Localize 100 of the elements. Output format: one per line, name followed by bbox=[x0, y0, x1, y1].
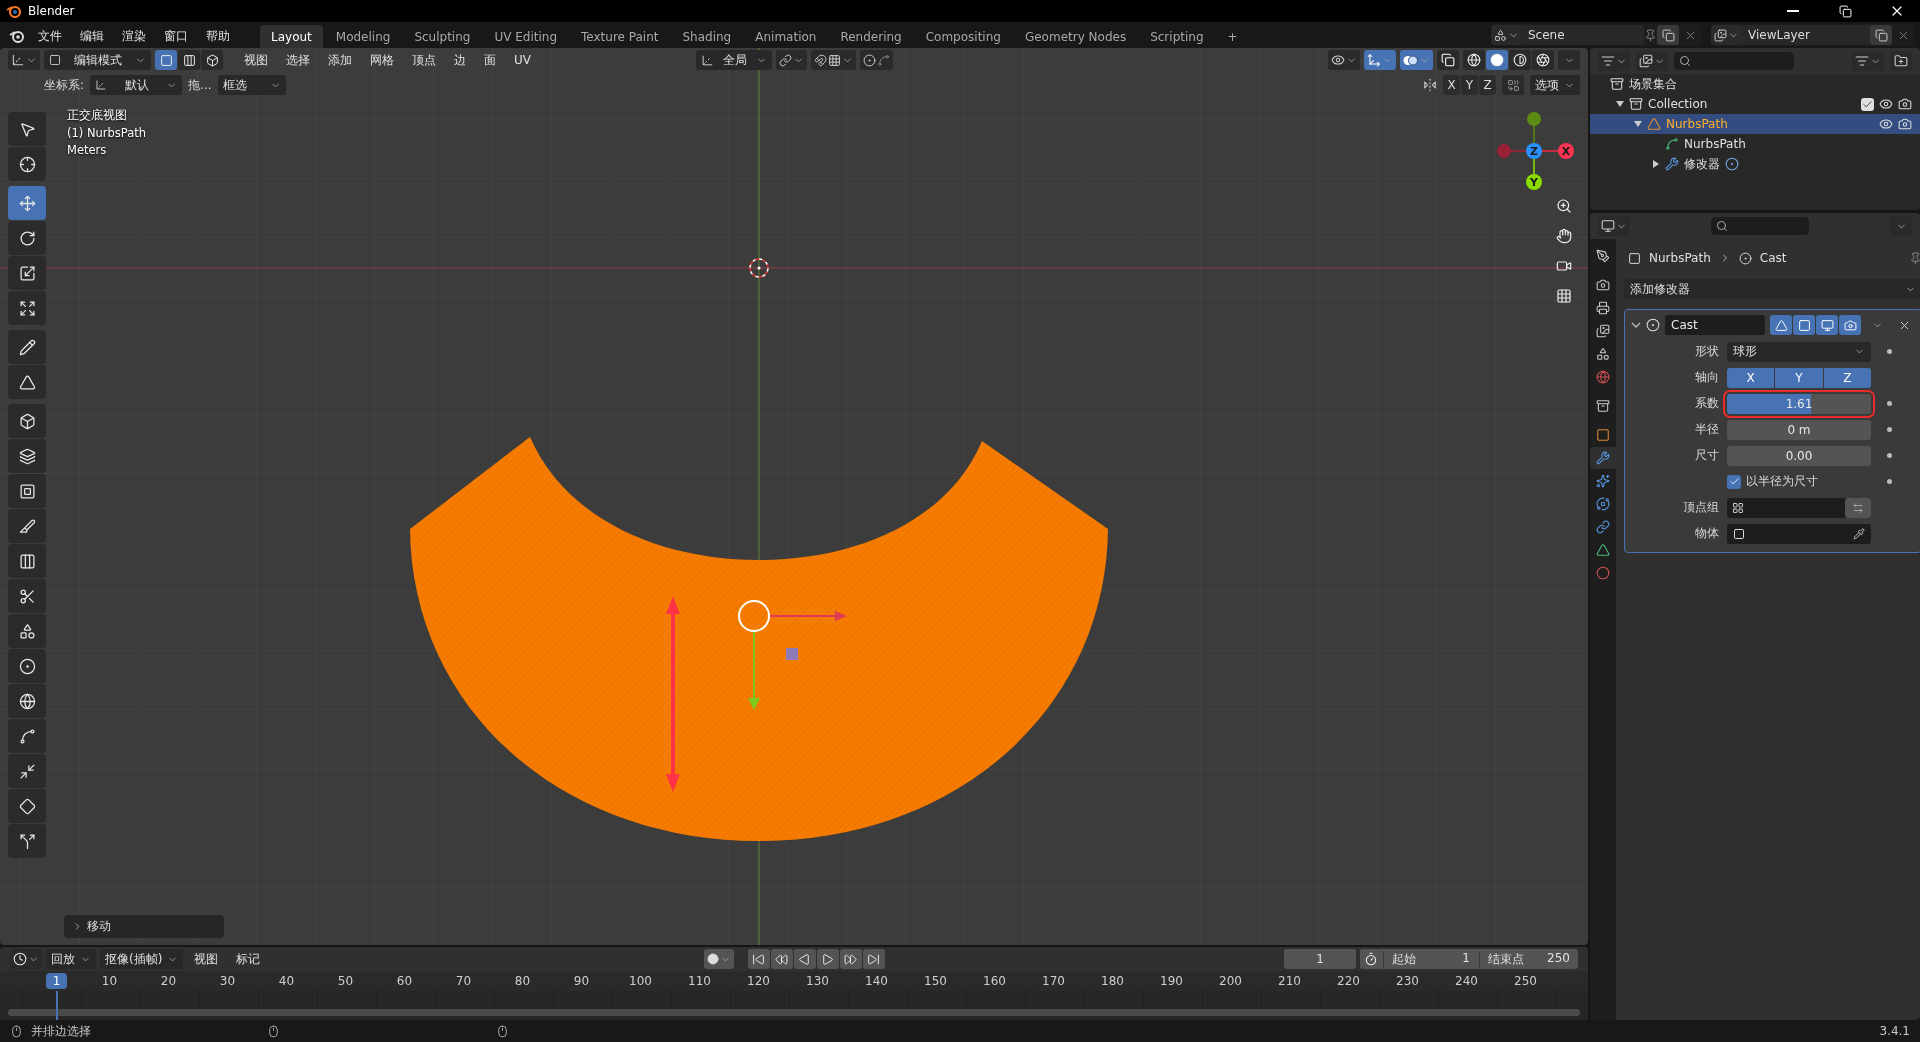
viewport[interactable]: 编辑模式 视图 选择 添加 网格 顶点 边 面 UV 全局 坐标系: 默认 拖... 框选 X Y Z 选项 正交底视图 (1) NurbsPath Meters Z X Y 移动 bbox=[0, 48, 1588, 945]
outliner-label: 修改器 bbox=[1684, 155, 1720, 173]
workspace-tab[interactable]: Animation bbox=[744, 25, 828, 48]
scene-name-field[interactable]: Scene bbox=[1522, 25, 1644, 45]
frame-number: 180 bbox=[1100, 973, 1125, 989]
menu-item[interactable]: 帮助 bbox=[198, 24, 238, 48]
menu-item[interactable]: 编辑 bbox=[72, 24, 112, 48]
add-modifier-dropdown[interactable]: 添加修改器 bbox=[1624, 279, 1920, 299]
frame-number: 150 bbox=[923, 973, 948, 989]
viewport-info-text: Meters bbox=[67, 143, 108, 157]
outliner-row[interactable]: 修改器 bbox=[1590, 154, 1920, 174]
workspace-tab[interactable]: UV Editing bbox=[483, 25, 569, 48]
frame-number: 170 bbox=[1041, 973, 1066, 989]
outliner-label: Collection bbox=[1648, 97, 1708, 111]
add-workspace-button[interactable]: + bbox=[1216, 25, 1249, 48]
workspace-tab[interactable]: Layout bbox=[260, 25, 323, 48]
options-dropdown[interactable]: 选项 bbox=[1530, 75, 1580, 95]
field-label: 半径 bbox=[1694, 421, 1719, 438]
axis-toggle[interactable]: X bbox=[1727, 367, 1775, 388]
current-frame-field[interactable]: 1 bbox=[1284, 949, 1356, 969]
workspace-tab[interactable]: Texture Paint bbox=[570, 25, 670, 48]
number-field[interactable]: 0 m bbox=[1727, 419, 1871, 440]
frame-number: 240 bbox=[1454, 973, 1479, 989]
menu-item[interactable]: 顶点 bbox=[405, 51, 443, 69]
shape-dropdown[interactable]: 球形 bbox=[1727, 341, 1871, 362]
outliner-row[interactable]: NurbsPath bbox=[1590, 114, 1920, 134]
outliner-label: NurbsPath bbox=[1666, 117, 1728, 131]
frame-number: 90 bbox=[572, 973, 591, 989]
axis-handle[interactable]: Z bbox=[1526, 143, 1542, 159]
timeline-dropdown[interactable]: 抠像(插帧) bbox=[100, 949, 184, 969]
axis-toggle[interactable]: Y bbox=[1775, 367, 1823, 388]
drag-label: 拖... bbox=[188, 76, 212, 94]
menu-item[interactable]: 边 bbox=[447, 51, 473, 69]
breadcrumb-item: NurbsPath bbox=[1649, 251, 1711, 265]
outliner-label: NurbsPath bbox=[1684, 137, 1746, 151]
axis-toggle[interactable]: Z bbox=[1823, 367, 1871, 388]
axis-handle[interactable]: X bbox=[1558, 143, 1574, 159]
menu-item[interactable]: 视图 bbox=[237, 51, 275, 69]
frame-number: 30 bbox=[218, 973, 237, 989]
frame-number: 210 bbox=[1277, 973, 1302, 989]
mirror-axis-toggle[interactable]: Y bbox=[1461, 75, 1478, 95]
modifier-name-field[interactable]: Cast bbox=[1665, 315, 1765, 335]
mirror-axis-toggle[interactable]: X bbox=[1443, 75, 1460, 95]
frame-number: 230 bbox=[1395, 973, 1420, 989]
viewport-info-text: (1) NurbsPath bbox=[67, 126, 147, 140]
timeline-dropdown[interactable]: 回放 bbox=[46, 949, 96, 969]
frame-number: 1 bbox=[45, 973, 68, 989]
frame-number: 60 bbox=[395, 973, 414, 989]
menu-item[interactable]: 视图 bbox=[187, 950, 226, 968]
axis-handle[interactable]: Y bbox=[1526, 174, 1542, 190]
viewport-info-text: 正交底视图 bbox=[67, 108, 128, 123]
frame-number: 70 bbox=[454, 973, 473, 989]
frame-number: 110 bbox=[687, 973, 712, 989]
start-frame-field[interactable]: 起始 1 bbox=[1383, 950, 1478, 968]
frame-number: 130 bbox=[805, 973, 830, 989]
frame-number: 250 bbox=[1513, 973, 1538, 989]
workspace-tab[interactable]: Geometry Nodes bbox=[1013, 25, 1138, 48]
last-operator-panel[interactable]: 移动 bbox=[64, 915, 224, 938]
mirror-axis-toggle[interactable]: Z bbox=[1479, 75, 1496, 95]
frame-number: 10 bbox=[100, 973, 119, 989]
menu-item[interactable]: 添加 bbox=[321, 51, 359, 69]
workspace-tab[interactable]: Scripting bbox=[1139, 25, 1215, 48]
end-frame-field[interactable]: 结束点 250 bbox=[1479, 950, 1578, 968]
frame-number: 120 bbox=[746, 973, 771, 989]
workspace-tab[interactable]: Modeling bbox=[324, 25, 402, 48]
frame-number: 160 bbox=[982, 973, 1007, 989]
coordinate-dropdown[interactable]: 默认 bbox=[90, 75, 183, 95]
workspace-tab[interactable]: Shading bbox=[671, 25, 743, 48]
menu-item[interactable]: 渲染 bbox=[114, 24, 154, 48]
field-label: 顶点组 bbox=[1682, 499, 1719, 516]
workspace-tab[interactable]: Sculpting bbox=[403, 25, 482, 48]
workspace-tab[interactable]: Compositing bbox=[914, 25, 1012, 48]
checkbox-label: 以半径为尺寸 bbox=[1746, 473, 1818, 490]
outliner-row[interactable]: NurbsPath bbox=[1590, 134, 1920, 154]
mode-dropdown[interactable]: 编辑模式 bbox=[44, 50, 151, 70]
frame-number: 80 bbox=[513, 973, 532, 989]
frame-number: 100 bbox=[628, 973, 653, 989]
frame-number: 220 bbox=[1336, 973, 1361, 989]
frame-number: 50 bbox=[336, 973, 355, 989]
menu-item[interactable]: 标记 bbox=[229, 950, 268, 968]
outliner-row[interactable]: Collection bbox=[1590, 94, 1920, 114]
frame-number: 20 bbox=[159, 973, 178, 989]
menu-item[interactable]: 窗口 bbox=[156, 24, 196, 48]
menu-item[interactable]: 面 bbox=[477, 51, 503, 69]
workspace-tab[interactable]: Rendering bbox=[829, 25, 913, 48]
menu-item[interactable]: 网格 bbox=[363, 51, 401, 69]
version-text: 3.4.1 bbox=[1879, 1024, 1910, 1038]
frame-number: 40 bbox=[277, 973, 296, 989]
field-label: 系数 bbox=[1694, 395, 1719, 412]
view-layer-name-field[interactable]: ViewLayer bbox=[1742, 25, 1870, 45]
select-dropdown[interactable]: 框选 bbox=[217, 75, 286, 95]
menu-item[interactable]: UV bbox=[507, 53, 538, 67]
field-label: 物体 bbox=[1694, 525, 1719, 542]
menu-item[interactable]: 文件 bbox=[30, 24, 70, 48]
status-hint: 并排边选择 bbox=[31, 1022, 91, 1040]
menu-item[interactable]: 选择 bbox=[279, 51, 317, 69]
number-field[interactable]: 0.00 bbox=[1727, 445, 1871, 466]
window-title: Blender bbox=[28, 4, 75, 18]
field-label: 形状 bbox=[1694, 343, 1719, 360]
orientation-dropdown[interactable]: 全局 bbox=[695, 50, 772, 70]
